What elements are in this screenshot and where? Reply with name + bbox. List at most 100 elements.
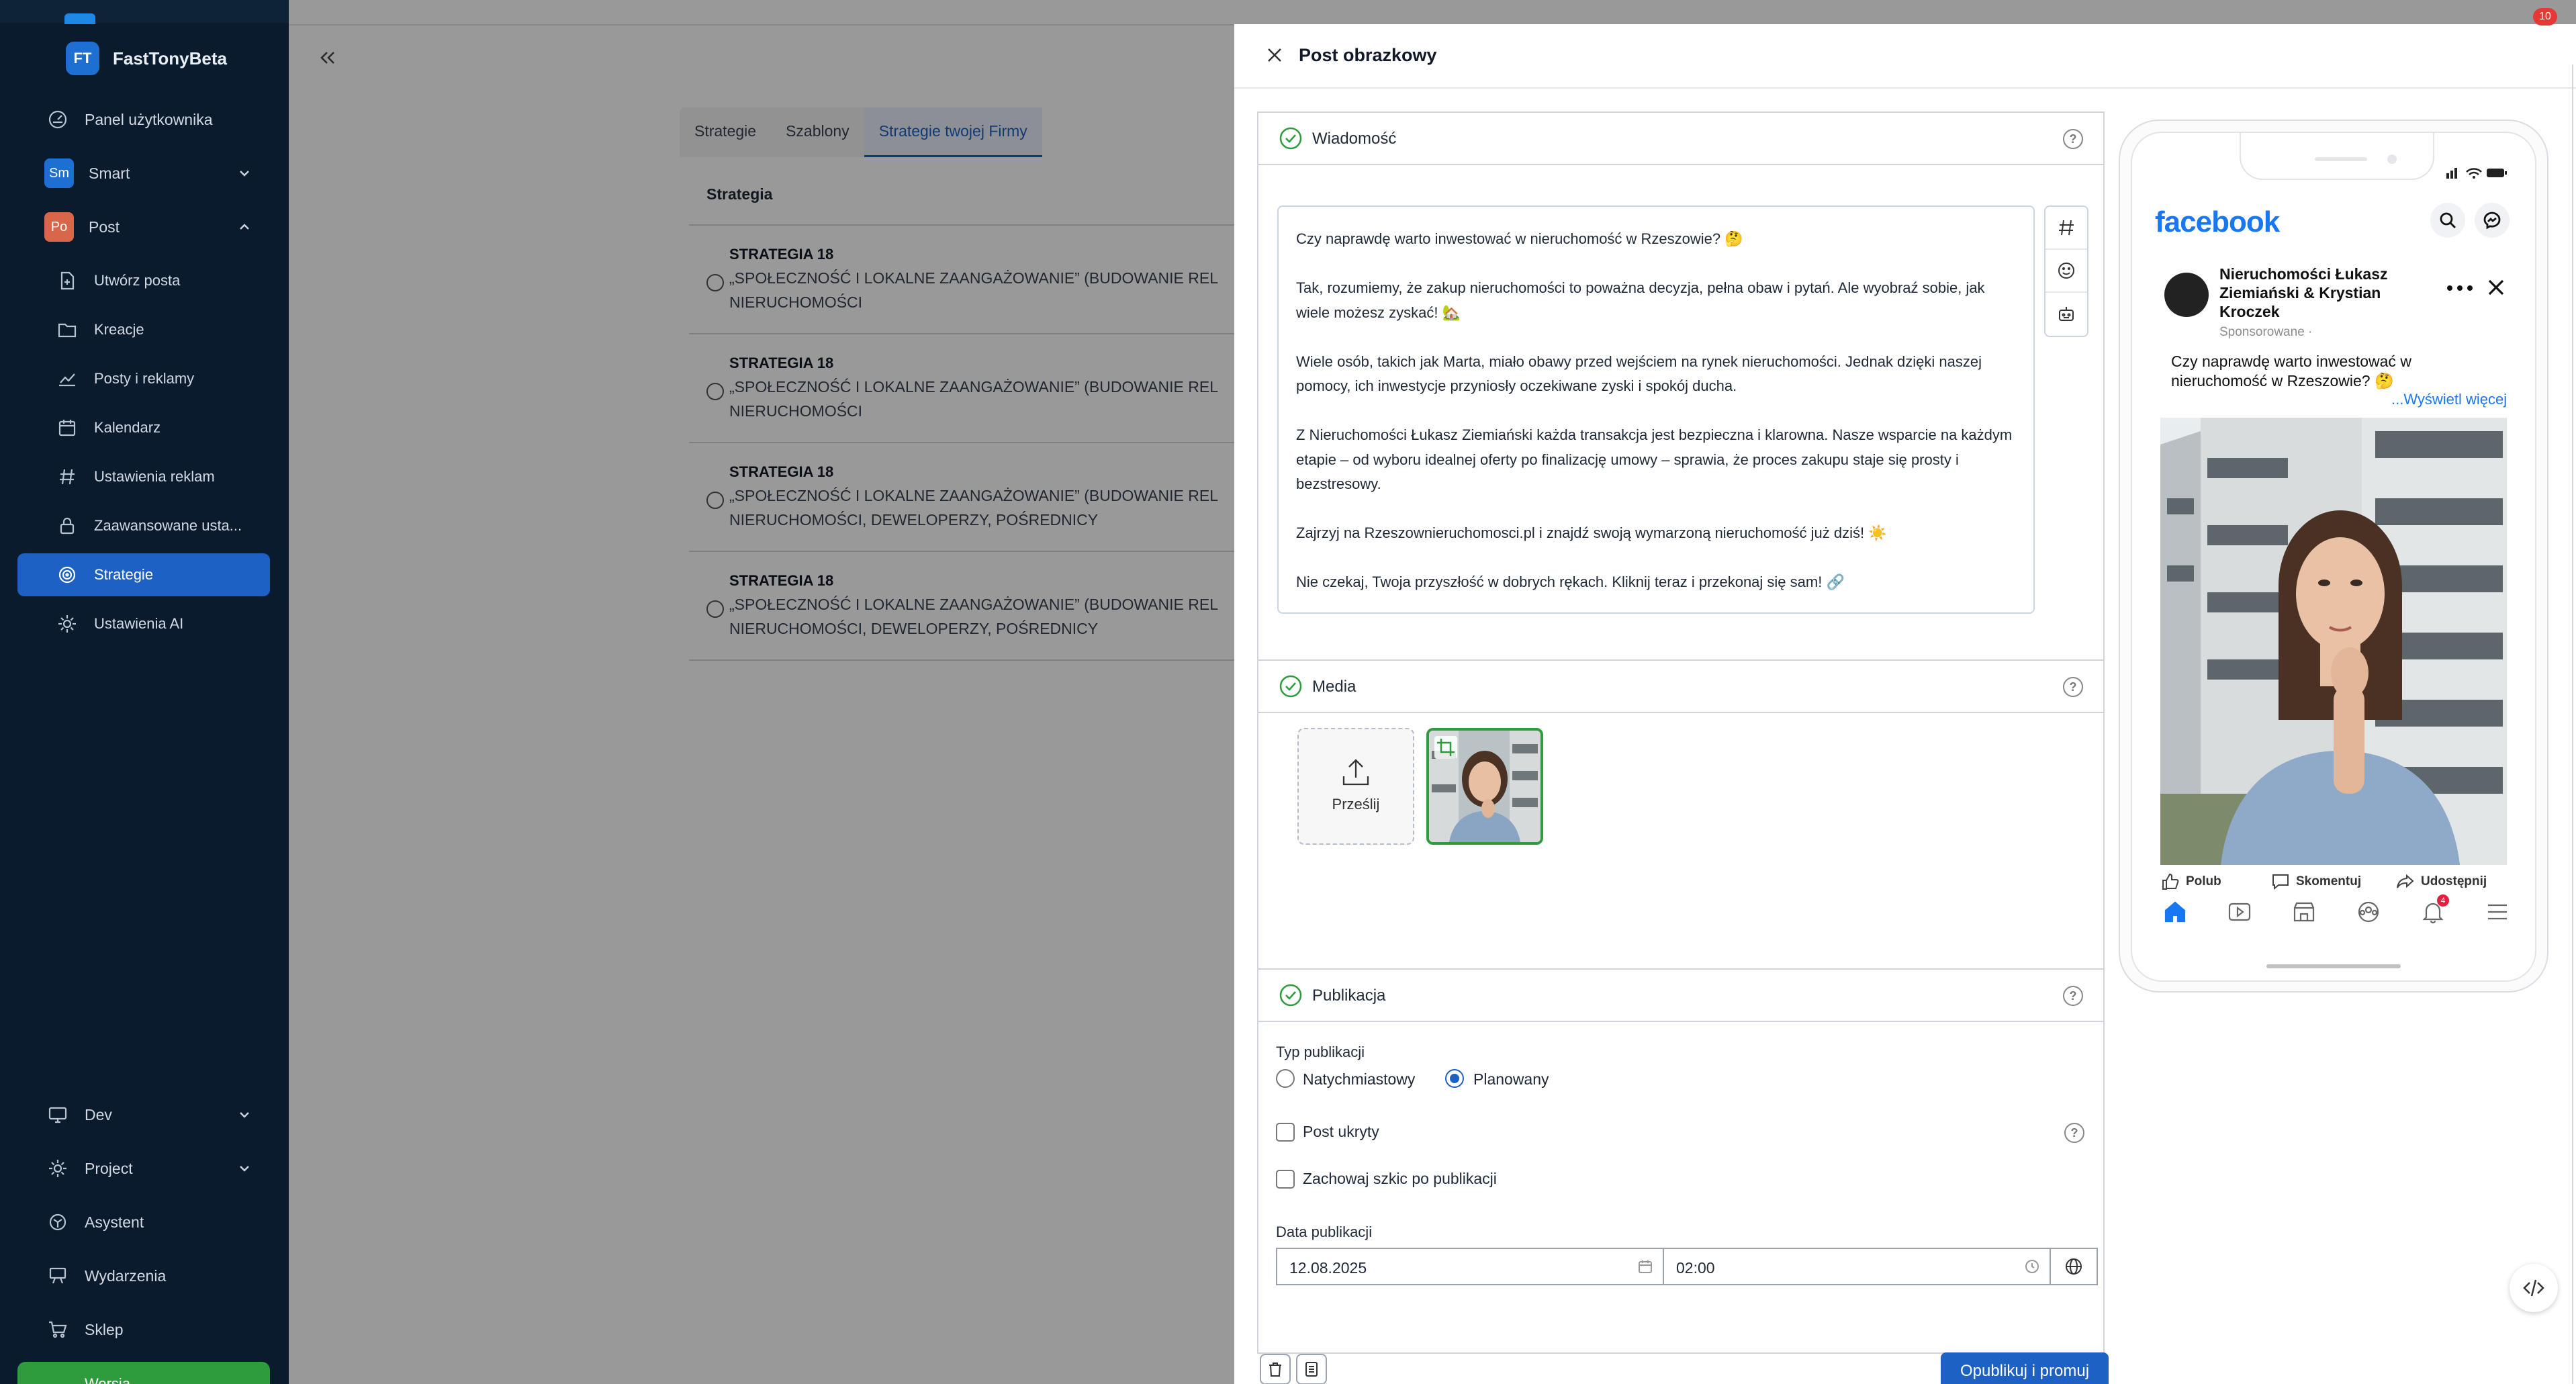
keep-draft-label[interactable]: Zachowaj szkic po publikacji [1303, 1170, 1497, 1188]
check-circle-icon [1279, 126, 1303, 150]
home-icon[interactable] [2162, 898, 2189, 925]
save-draft-button[interactable] [1296, 1354, 1327, 1384]
sidebar-item-label: Sklep [85, 1320, 124, 1338]
smile-icon [2058, 263, 2074, 279]
sidebar-item-strategies[interactable]: Strategie [17, 553, 270, 596]
close-icon[interactable] [2485, 277, 2507, 298]
help-icon[interactable]: ? [2063, 677, 2083, 697]
help-icon[interactable]: ? [2064, 1123, 2084, 1143]
robot-icon [2059, 307, 2074, 321]
fb-sponsored-label: Sponsorowane · [2219, 325, 2313, 339]
chevron-up-icon [236, 219, 252, 235]
search-icon [2440, 212, 2456, 228]
facebook-logo: facebook [2155, 205, 2280, 238]
hidden-post-checkbox[interactable] [1276, 1123, 1295, 1142]
fb-comment-button[interactable]: Skomentuj [2270, 872, 2361, 892]
publication-section-header[interactable]: Publikacja ? [1258, 970, 2103, 1022]
brand[interactable]: FT FastTonyBeta [66, 42, 227, 75]
message-paragraph: Wiele osób, takich jak Marta, miało obaw… [1296, 353, 1982, 395]
crop-icon[interactable] [1434, 736, 1457, 759]
hidden-post-label[interactable]: Post ukryty [1303, 1123, 1379, 1141]
radio-immediate[interactable] [1276, 1069, 1295, 1088]
timezone-button[interactable] [2050, 1248, 2098, 1285]
upload-icon [1342, 759, 1369, 786]
sidebar-item-panel[interactable]: Panel użytkownika [17, 98, 270, 141]
check-circle-icon [1279, 983, 1303, 1007]
media-thumbnail[interactable] [1426, 728, 1543, 845]
close-icon[interactable] [1265, 46, 1284, 64]
section-title: Media [1312, 678, 1356, 696]
fb-messenger-button[interactable] [2475, 203, 2510, 238]
notification-count-badge[interactable]: 10 [2533, 8, 2557, 26]
sidebar-item-ad-settings[interactable]: Ustawienia reklam [17, 455, 270, 498]
phone-notch [2240, 133, 2434, 180]
date-input[interactable]: 12.08.2025 [1276, 1248, 1664, 1285]
section-title: Wiadomość [1312, 130, 1397, 148]
date-value: 12.08.2025 [1289, 1259, 1367, 1277]
radio-immediate-label[interactable]: Natychmiastowy [1303, 1070, 1415, 1089]
media-section-header[interactable]: Media ? [1258, 661, 2103, 713]
sidebar-item-calendar[interactable]: Kalendarz [17, 406, 270, 449]
facebook-preview-phone: facebook Nieruchomości Łukasz Ziemiański… [2119, 120, 2548, 993]
time-input[interactable]: 02:00 [1663, 1248, 2051, 1285]
keep-draft-checkbox[interactable] [1276, 1170, 1295, 1189]
help-icon[interactable]: ? [2063, 986, 2083, 1006]
fb-see-more-link[interactable]: ...Wyświetl więcej [2391, 391, 2507, 408]
bell-icon[interactable]: 4 [2420, 894, 2449, 925]
brand-logo: FT [66, 42, 99, 75]
fb-search-button[interactable] [2430, 203, 2465, 238]
sidebar-item-label: Kalendarz [94, 419, 161, 436]
sidebar-item-shop[interactable]: Sklep [17, 1308, 270, 1351]
folder-icon [55, 318, 79, 342]
post-drawer: Post obrazkowy Wiadomość ? Czy naprawdę … [1234, 24, 2576, 1384]
monitor-icon [46, 1103, 70, 1127]
sidebar-item-post[interactable]: Po Post [17, 205, 270, 248]
publish-promote-button[interactable]: Opublikuj i promuj [1941, 1352, 2109, 1384]
sidebar-item-creatives[interactable]: Kreacje [17, 308, 270, 351]
sidebar-item-smart[interactable]: Sm Smart [17, 152, 270, 195]
code-view-button[interactable] [2510, 1264, 2558, 1312]
marketplace-icon[interactable] [2291, 898, 2317, 925]
menu-icon[interactable] [2484, 898, 2511, 925]
fb-share-button[interactable]: Udostępnij [2395, 872, 2487, 892]
gear-icon [55, 612, 79, 636]
fb-bottom-nav: 4 [2150, 894, 2526, 932]
sidebar-item-advanced-settings[interactable]: Zaawansowane usta... [17, 504, 270, 547]
sidebar-item-ai-settings[interactable]: Ustawienia AI [17, 602, 270, 645]
sidebar-item-posts-ads[interactable]: Posty i reklamy [17, 357, 270, 400]
help-icon[interactable]: ? [2063, 129, 2083, 149]
version-button[interactable]: Wersja... [17, 1362, 270, 1384]
sidebar: FT FastTonyBeta Panel użytkownika Sm Sma… [0, 0, 289, 1384]
hashtag-button[interactable] [2045, 207, 2087, 250]
delete-button[interactable] [1260, 1354, 1291, 1384]
upload-button[interactable]: Prześlij [1297, 728, 1414, 845]
video-icon[interactable] [2226, 898, 2253, 925]
more-icon[interactable] [2446, 285, 2473, 291]
radio-scheduled[interactable] [1445, 1069, 1464, 1088]
sidebar-item-label: Dev [85, 1105, 112, 1123]
sidebar-item-create-post[interactable]: Utwórz posta [17, 259, 270, 302]
sidebar-item-label: Ustawienia AI [94, 615, 184, 632]
fb-comment-label: Skomentuj [2296, 874, 2362, 888]
radio-scheduled-label[interactable]: Planowany [1473, 1070, 1549, 1089]
fb-like-button[interactable]: Polub [2160, 872, 2221, 892]
file-plus-icon [55, 269, 79, 293]
sidebar-item-events[interactable]: Wydarzenia [17, 1254, 270, 1297]
sidebar-item-project[interactable]: Project [17, 1147, 270, 1190]
ai-generate-button[interactable] [2045, 293, 2087, 336]
drawer-scrollbar[interactable] [2572, 64, 2573, 1384]
openai-icon [46, 1210, 70, 1234]
message-textarea[interactable]: Czy naprawdę warto inwestować w nierucho… [1277, 205, 2035, 614]
fb-share-label: Udostępnij [2421, 874, 2487, 888]
speaker-grille [2315, 157, 2367, 161]
message-section-header[interactable]: Wiadomość ? [1258, 113, 2103, 165]
message-paragraph: Czy naprawdę warto inwestować w nierucho… [1296, 230, 1743, 247]
message-section: Wiadomość ? Czy naprawdę warto inwestowa… [1257, 111, 2105, 662]
clock-icon [2024, 1258, 2040, 1275]
sidebar-item-label: Posty i reklamy [94, 370, 195, 387]
emoji-button[interactable] [2045, 250, 2087, 293]
document-icon [1305, 1362, 1318, 1377]
sidebar-item-assistant[interactable]: Asystent [17, 1201, 270, 1244]
sidebar-item-dev[interactable]: Dev [17, 1093, 270, 1136]
groups-icon[interactable] [2355, 898, 2382, 925]
